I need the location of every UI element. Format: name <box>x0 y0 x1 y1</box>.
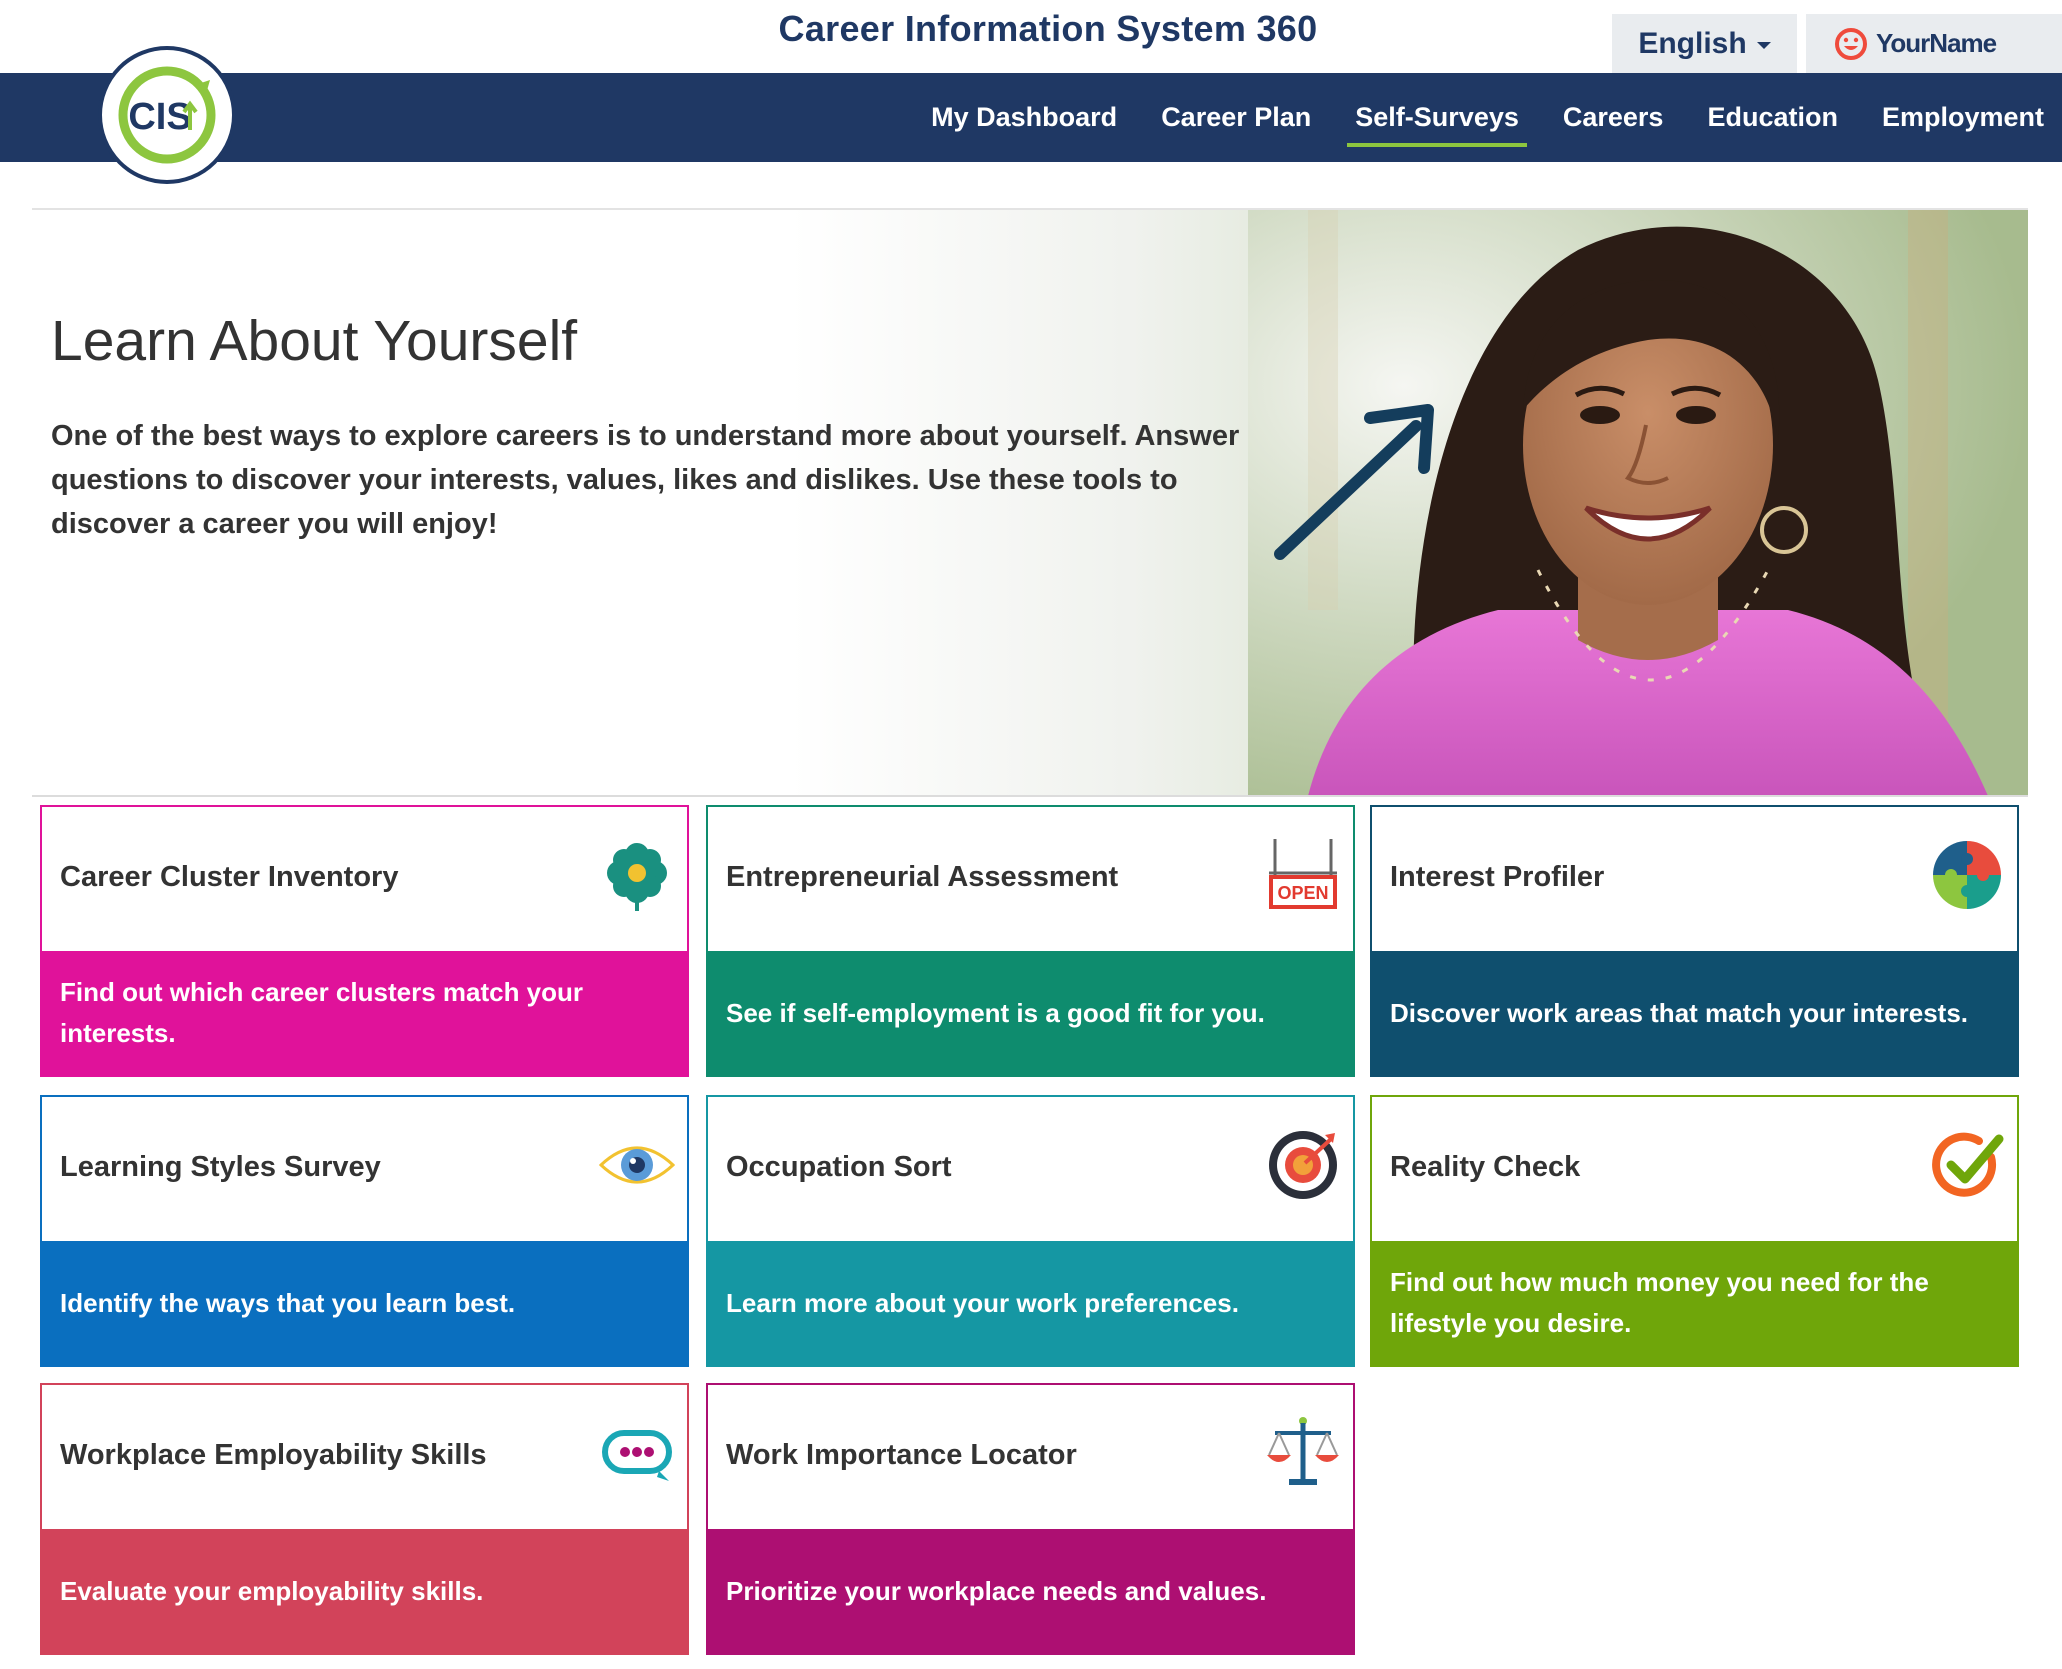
smiley-icon <box>1835 27 1867 60</box>
nav-career-plan[interactable]: Career Plan <box>1157 102 1315 133</box>
card-description-text: Discover work areas that match your inte… <box>1390 997 1969 1028</box>
chat-bubble-icon <box>602 1430 672 1481</box>
card-header: Career Cluster Inventory <box>42 807 687 951</box>
nav-my-dashboard[interactable]: My Dashboard <box>927 102 1121 133</box>
nav-careers[interactable]: Careers <box>1559 102 1668 133</box>
checkmark-icon <box>1932 1132 2004 1197</box>
hero-description: One of the best ways to explore careers … <box>51 420 1240 540</box>
card-header: Occupation Sort <box>708 1097 1353 1241</box>
card-title: Work Importance Locator <box>726 1439 1077 1471</box>
card-learning-styles-survey[interactable]: Learning Styles Survey Identify the ways… <box>40 1095 689 1367</box>
card-title: Entrepreneurial Assessment <box>726 861 1119 893</box>
scales-icon <box>1267 1417 1339 1485</box>
card-header: Reality Check <box>1372 1097 2017 1241</box>
eye-icon <box>599 1146 675 1184</box>
main-nav: My Dashboard Career Plan Self-Surveys Ca… <box>0 73 2062 162</box>
nav-self-surveys[interactable]: Self-Surveys <box>1347 102 1527 147</box>
card-reality-check[interactable]: Reality Check Find out how much money yo… <box>1370 1095 2019 1367</box>
card-description: Learn more about your work preferences. <box>708 1241 1353 1365</box>
card-title: Workplace Employability Skills <box>60 1439 487 1471</box>
user-name: YourName <box>1876 28 1997 58</box>
puzzle-icon <box>1933 841 2001 909</box>
page-title: Learn About Yourself <box>51 309 578 373</box>
card-description-text: Find out which career clusters match you… <box>60 977 584 1048</box>
card-description: Identify the ways that you learn best. <box>42 1241 687 1365</box>
nav-menu: My Dashboard Career Plan Self-Surveys Ca… <box>927 73 2048 162</box>
card-work-importance-locator[interactable]: Work Importance Locator Prioritize your … <box>706 1383 1355 1655</box>
card-description: Discover work areas that match your inte… <box>1372 951 2017 1075</box>
arrow-pointer-icon <box>1274 404 1434 560</box>
chevron-down-icon <box>1756 42 1771 49</box>
card-description-text: See if self-employment is a good fit for… <box>726 997 1265 1028</box>
card-description-text: Find out how much money you need for the… <box>1390 1267 1929 1338</box>
card-header: Learning Styles Survey <box>42 1097 687 1241</box>
open-sign-icon: OPEN <box>1269 839 1337 909</box>
top-strip: Career Information System 360 English Yo… <box>0 0 2062 73</box>
open-sign-text: OPEN <box>1277 883 1328 903</box>
user-menu[interactable]: YourName <box>1806 14 2062 73</box>
logo-text: CIS <box>128 96 191 138</box>
target-icon <box>1269 1131 1337 1199</box>
card-header: Workplace Employability Skills <box>42 1385 687 1529</box>
card-description: Prioritize your workplace needs and valu… <box>708 1529 1353 1653</box>
hero-banner: Learn About Yourself One of the best way… <box>32 210 2028 796</box>
card-interest-profiler[interactable]: Interest Profiler Discover work areas th… <box>1370 805 2019 1077</box>
card-workplace-employability-skills[interactable]: Workplace Employability Skills Evaluate … <box>40 1383 689 1655</box>
card-title: Career Cluster Inventory <box>60 861 399 893</box>
card-title: Reality Check <box>1390 1151 1581 1183</box>
hero-bottom-rule <box>32 795 2028 797</box>
card-description-text: Evaluate your employability skills. <box>60 1575 484 1606</box>
card-description: Find out which career clusters match you… <box>42 951 687 1075</box>
flower-icon <box>607 843 667 911</box>
card-description: See if self-employment is a good fit for… <box>708 951 1353 1075</box>
language-selector[interactable]: English <box>1612 14 1797 73</box>
nav-employment[interactable]: Employment <box>1878 102 2048 133</box>
card-description: Find out how much money you need for the… <box>1372 1241 2017 1365</box>
card-description-text: Prioritize your workplace needs and valu… <box>726 1575 1267 1606</box>
card-title: Learning Styles Survey <box>60 1151 381 1183</box>
card-entrepreneurial-assessment[interactable]: Entrepreneurial Assessment OPEN See if s… <box>706 805 1355 1077</box>
card-description: Evaluate your employability skills. <box>42 1529 687 1653</box>
card-title: Interest Profiler <box>1390 861 1605 893</box>
card-header: Interest Profiler <box>1372 807 2017 951</box>
card-description-text: Learn more about your work preferences. <box>726 1287 1239 1318</box>
card-occupation-sort[interactable]: Occupation Sort Learn more about your wo… <box>706 1095 1355 1367</box>
language-label: English <box>1638 26 1747 60</box>
card-title: Occupation Sort <box>726 1151 952 1183</box>
cis-logo[interactable]: CIS <box>98 46 236 184</box>
nav-education[interactable]: Education <box>1703 102 1842 133</box>
card-header: Entrepreneurial Assessment OPEN <box>708 807 1353 951</box>
card-description-text: Identify the ways that you learn best. <box>60 1287 516 1318</box>
card-header: Work Importance Locator <box>708 1385 1353 1529</box>
card-career-cluster-inventory[interactable]: Career Cluster Inventory Find out which … <box>40 805 689 1077</box>
